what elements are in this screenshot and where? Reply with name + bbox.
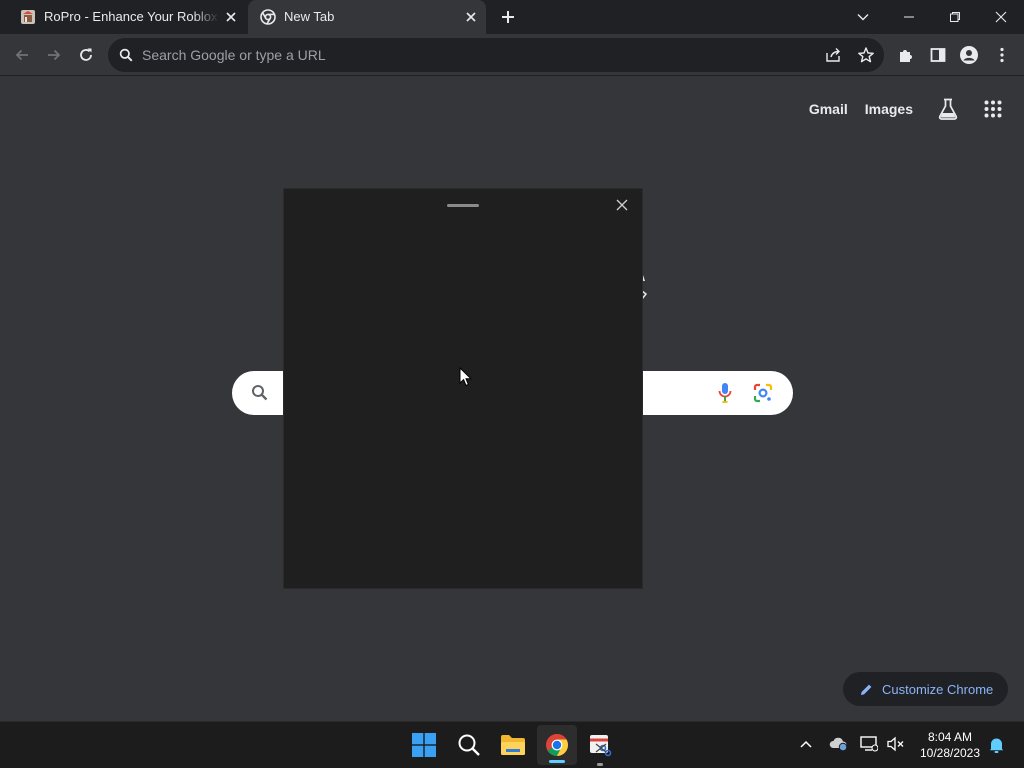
tab-new-tab[interactable]: New Tab (248, 0, 486, 34)
google-apps-grid-icon[interactable] (984, 100, 1002, 118)
back-button[interactable] (12, 45, 32, 65)
new-tab-plus-icon[interactable] (500, 9, 516, 25)
windows-start-icon (412, 733, 436, 757)
chrome-menu-button[interactable] (992, 45, 1012, 65)
kebab-menu-icon (1000, 47, 1004, 63)
show-hidden-icons-chevron-up-icon[interactable] (799, 738, 813, 750)
chevron-down-icon (857, 14, 869, 21)
profile-avatar-icon (960, 46, 978, 64)
start-button[interactable] (404, 722, 444, 768)
extensions-button[interactable] (896, 45, 916, 65)
gmail-link[interactable]: Gmail (809, 101, 848, 117)
bookmark-star-icon[interactable] (857, 46, 875, 64)
chrome-logo-icon (546, 734, 568, 756)
profile-button[interactable] (959, 45, 979, 65)
chrome-taskbar-button[interactable] (537, 725, 577, 765)
forward-button[interactable] (44, 45, 64, 65)
taskbar-search-button[interactable] (449, 722, 489, 768)
labs-flask-icon[interactable] (938, 98, 958, 120)
close-tab-icon[interactable] (464, 10, 478, 24)
back-arrow-icon (15, 49, 28, 61)
pencil-icon (861, 684, 872, 695)
side-panel-button[interactable] (928, 45, 948, 65)
address-input[interactable] (142, 45, 782, 65)
minimize-icon (904, 16, 914, 18)
restore-button[interactable] (932, 0, 978, 34)
tab-title: New Tab (284, 10, 335, 24)
voice-search-mic-icon[interactable] (718, 382, 732, 404)
network-monitor-icon[interactable] (860, 736, 878, 752)
close-window-button[interactable] (978, 0, 1024, 34)
search-icon (458, 734, 480, 756)
running-app-indicator (597, 763, 603, 766)
reload-icon (80, 48, 92, 61)
ntp-top-links: Gmail Images (809, 97, 1002, 121)
omnibox[interactable] (108, 38, 884, 72)
forward-arrow-icon (48, 49, 61, 61)
active-app-indicator (549, 760, 565, 763)
google-lens-icon[interactable] (753, 383, 773, 403)
clock-date: 10/28/2023 (919, 746, 981, 760)
close-tab-icon[interactable] (224, 10, 238, 24)
file-explorer-button[interactable] (493, 722, 533, 768)
drag-handle[interactable] (447, 204, 479, 207)
close-icon (995, 11, 1007, 23)
ropro-favicon-icon (21, 10, 35, 24)
toolbar (0, 34, 1024, 76)
clock-time: 8:04 AM (927, 730, 973, 744)
onedrive-cloud-icon[interactable] (829, 736, 849, 752)
side-panel-icon (930, 48, 946, 62)
windows-taskbar: 8:04 AM 10/28/2023 (0, 721, 1024, 768)
overlay-panel (283, 188, 643, 589)
chrome-favicon-icon (260, 9, 276, 25)
mouse-cursor-icon (459, 367, 472, 387)
volume-muted-icon[interactable] (887, 736, 905, 752)
tab-strip: RoPro - Enhance Your Roblox Experience N… (0, 0, 1024, 34)
folder-icon (501, 735, 525, 755)
snipping-tool-icon (590, 735, 612, 757)
snipping-tool-button[interactable] (580, 722, 620, 768)
customize-chrome-label: Customize Chrome (882, 681, 994, 697)
system-clock[interactable]: 8:04 AM 10/28/2023 (912, 729, 988, 761)
minimize-button[interactable] (886, 0, 932, 34)
close-icon[interactable] (615, 198, 629, 212)
reload-button[interactable] (76, 45, 96, 65)
notification-bell-icon[interactable] (989, 737, 1004, 753)
search-icon (252, 385, 268, 401)
puzzle-icon (900, 50, 912, 62)
restore-icon (950, 12, 960, 22)
images-link[interactable]: Images (865, 101, 913, 117)
share-icon[interactable] (824, 46, 842, 64)
tab-ropro[interactable]: RoPro - Enhance Your Roblox Experience (8, 0, 246, 34)
customize-chrome-button[interactable]: Customize Chrome (843, 672, 1008, 706)
search-icon (119, 48, 133, 62)
tab-title: RoPro - Enhance Your Roblox Experience (44, 10, 219, 24)
tab-search-button[interactable] (840, 0, 886, 34)
